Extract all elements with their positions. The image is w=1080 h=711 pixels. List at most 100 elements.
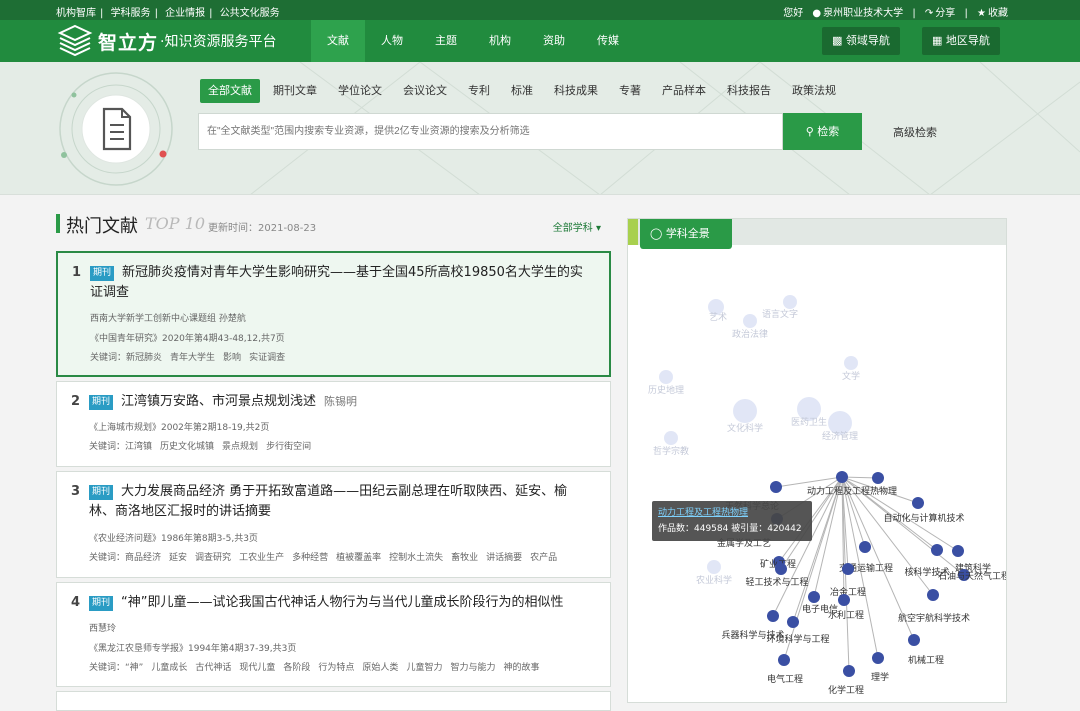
subject-node[interactable] [770,481,782,493]
main-header: 智立方 ·知识资源服务平台 文献 人物 主题 机构 资助 传媒 ▩ 领域导航 ▦… [0,20,1080,62]
subject-node[interactable] [908,634,920,646]
article-title[interactable]: 新冠肺炎疫情对青年大学生影响研究——基于全国45所高校19850名大学生的实证调… [90,263,589,303]
subject-node[interactable] [787,616,799,628]
subject-node[interactable] [775,563,787,575]
subject-label[interactable]: 水利工程 [828,609,864,621]
faded-subject-node[interactable] [659,370,673,384]
subject-node[interactable] [927,589,939,601]
nav-people[interactable]: 人物 [365,20,419,62]
article-keywords: 关键词：新冠肺炎 青年大学生 影响 实证调查 [90,353,286,363]
faded-subject-label[interactable]: 历史地理 [648,384,684,396]
subject-node[interactable] [767,610,779,622]
greeting: 您好 [783,8,804,19]
main-nav: 文献 人物 主题 机构 资助 传媒 [311,20,635,62]
faded-subject-node[interactable] [743,314,757,328]
nav-funding[interactable]: 资助 [527,20,581,62]
subject-node[interactable] [778,654,790,666]
subject-label[interactable]: 理学 [871,671,889,683]
faded-subject-label[interactable]: 哲学宗教 [653,445,689,457]
nav-literature[interactable]: 文献 [311,20,365,62]
subject-label[interactable]: 动力工程及工程热物理 [807,485,897,497]
top-link-think-tank[interactable]: 机构智库 [56,8,96,19]
faded-subject-label[interactable]: 语言文字 [762,308,798,320]
article-author[interactable]: 陈锡明 [324,395,357,408]
faded-subject-node[interactable] [844,356,858,370]
article-title[interactable]: 江湾镇万安路、市河景点规划浅述 陈锡明 [89,392,590,412]
panel-accent [628,219,638,245]
faded-subject-node[interactable] [707,560,721,574]
compass-icon: ◯ [650,227,663,240]
subject-node[interactable] [952,545,964,557]
field-nav-button[interactable]: ▩ 领域导航 [822,27,900,55]
logo[interactable]: 智立方 ·知识资源服务平台 [56,22,276,60]
tab-achievement[interactable]: 科技成果 [546,79,606,103]
top-link-enterprise[interactable]: 企业情报 [165,8,205,19]
subject-node[interactable] [872,472,884,484]
article-title[interactable]: “神”即儿童——试论我国古代神话人物行为与当代儿童成长阶段行为的相似性 [89,593,590,613]
tab-monograph[interactable]: 专著 [611,79,649,103]
share-link[interactable]: 分享 [935,8,955,19]
subject-node[interactable] [843,665,855,677]
advanced-search-link[interactable]: 高级检索 [893,124,937,140]
hot-item-1[interactable]: 1 期刊 新冠肺炎疫情对青年大学生影响研究——基于全国45所高校19850名大学… [56,251,611,377]
subject-node[interactable] [872,652,884,664]
article-keywords: 关键词：商品经济 延安 调查研究 工农业生产 多种经营 植被覆盖率 控制水土流失 畜牧业 讲话摘… [89,553,558,563]
article-title[interactable]: 大力发展商品经济 勇于开拓致富道路——田纪云副总理在听取陕西、延安、榆林、商洛地… [89,482,590,522]
top-utility-bar: 机构智库 | 学科服务 | 企业情报 | 公共文化服务 您好 ● 泉州职业技术大学 | … [0,0,1080,20]
subject-label[interactable]: 自动化与计算机技术 [883,512,964,524]
top-link-public-culture[interactable]: 公共文化服务 [220,8,280,19]
faded-subject-label[interactable]: 医药卫生 [791,416,827,428]
region-nav-button[interactable]: ▦ 地区导航 [922,27,1000,55]
subject-label[interactable]: 机械工程 [908,654,944,666]
subject-filter-dropdown[interactable]: 全部学科 ▾ [553,219,601,234]
tab-patent[interactable]: 专利 [460,79,498,103]
subject-node[interactable] [838,594,850,606]
tab-conference[interactable]: 会议论文 [395,79,455,103]
tab-thesis[interactable]: 学位论文 [330,79,390,103]
subject-node[interactable] [912,497,924,509]
user-name[interactable]: 泉州职业技术大学 [823,8,903,19]
faded-subject-node[interactable] [733,399,757,423]
search-area: 全部文献 期刊文章 学位论文 会议论文 专利 标准 科技成果 专著 产品样本 科… [0,62,1080,195]
faded-subject-label[interactable]: 政治法律 [732,328,768,340]
faded-subject-label[interactable]: 文学 [842,370,860,382]
faded-subject-label[interactable]: 艺术 [709,311,727,323]
subject-label[interactable]: 石油与天然气工程 [938,570,1007,582]
tab-tech-report[interactable]: 科技报告 [719,79,779,103]
rank-number: 2 [71,394,81,409]
faded-subject-node[interactable] [783,295,797,309]
tab-journal[interactable]: 期刊文章 [265,79,325,103]
subject-label[interactable]: 电气工程 [767,673,803,685]
hot-item-5[interactable] [56,691,611,711]
nav-media[interactable]: 传媒 [581,20,635,62]
faded-subject-label[interactable]: 经济管理 [822,430,858,442]
subject-node[interactable] [931,544,943,556]
nav-institutions[interactable]: 机构 [473,20,527,62]
subject-node[interactable] [842,563,854,575]
top-link-subject-service[interactable]: 学科服务 [111,8,151,19]
faded-subject-label[interactable]: 文化科学 [727,422,763,434]
tooltip-title[interactable]: 动力工程及工程热物理 [658,505,806,518]
search-input[interactable] [198,113,783,150]
hot-item-2[interactable]: 2 期刊 江湾镇万安路、市河景点规划浅述 陈锡明 《上海城市规划》2002年第2期… [56,381,611,467]
hot-item-3[interactable]: 3 期刊 大力发展商品经济 勇于开拓致富道路——田纪云副总理在听取陕西、延安、榆… [56,471,611,578]
subject-label[interactable]: 化学工程 [828,684,864,696]
hot-item-4[interactable]: 4 期刊 “神”即儿童——试论我国古代神话人物行为与当代儿童成长阶段行为的相似性… [56,582,611,687]
subject-node[interactable] [859,541,871,553]
subject-node[interactable] [808,591,820,603]
nav-topics[interactable]: 主题 [419,20,473,62]
subject-label[interactable]: 环境科学与工程 [766,633,829,645]
faded-subject-label[interactable]: 农业科学 [696,574,732,586]
favorite-link[interactable]: 收藏 [988,8,1008,19]
tab-product-sample[interactable]: 产品样本 [654,79,714,103]
subject-label[interactable]: 航空宇航科学技术 [898,612,970,624]
article-keywords: 关键词：江湾镇 历史文化城镇 景点规划 步行街空间 [89,442,312,452]
tab-policy[interactable]: 政策法规 [784,79,844,103]
subject-label[interactable]: 轻工技术与工程 [745,576,808,588]
tab-all[interactable]: 全部文献 [200,79,260,103]
search-icon: ⚲ [805,125,814,138]
subject-hub-node[interactable] [836,471,848,483]
tab-standard[interactable]: 标准 [503,79,541,103]
search-button[interactable]: ⚲ 检索 [783,113,862,150]
faded-subject-node[interactable] [664,431,678,445]
